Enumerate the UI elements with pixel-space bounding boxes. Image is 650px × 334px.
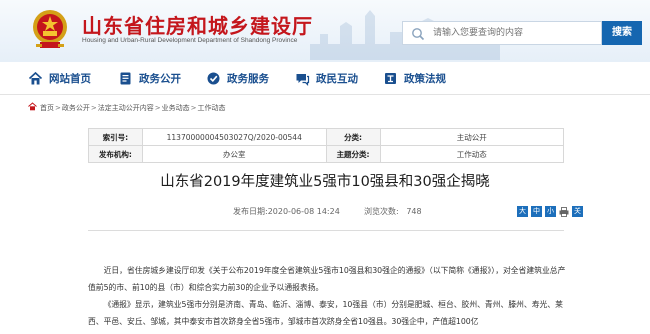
- nav-label: 网站首页: [49, 73, 91, 85]
- search-box: [402, 21, 602, 45]
- site-subtitle: Housing and Urban-Rural Development Depa…: [82, 37, 298, 44]
- category-label: 分类:: [325, 128, 381, 146]
- issuer-label: 发布机构:: [88, 145, 143, 163]
- site-title: 山东省住房和城乡建设厅: [82, 14, 313, 38]
- main-nav: 网站首页 政务公开 政务服务 政民互动 政策法规: [0, 62, 650, 95]
- breadcrumb-gov-affairs[interactable]: 政务公开: [62, 104, 90, 112]
- breadcrumb: 首页>政务公开>法定主动公开内容>业务动态>工作动态: [28, 102, 226, 113]
- font-small-button[interactable]: 小: [545, 206, 556, 217]
- category-value: 主动公开: [379, 128, 564, 146]
- nav-label: 政策法规: [404, 73, 446, 85]
- site-header: 山东省住房和城乡建设厅 Housing and Urban-Rural Deve…: [0, 0, 650, 62]
- article-title: 山东省2019年度建筑业5强市10强县和30强企揭晓: [160, 174, 490, 190]
- search-input[interactable]: [433, 24, 598, 42]
- font-medium-button[interactable]: 中: [531, 206, 542, 217]
- law-icon: [385, 73, 396, 84]
- article-paragraph-1: 近日，省住房城乡建设厅印发《关于公布2019年度全省建筑业5强市10强县和30强…: [88, 266, 566, 292]
- index-label: 索引号:: [88, 128, 143, 146]
- national-emblem-icon: [33, 10, 67, 48]
- breadcrumb-home[interactable]: 首页: [40, 104, 54, 112]
- issuer-value: 办公室: [141, 145, 327, 163]
- close-button[interactable]: 关: [572, 206, 583, 217]
- home-icon: [28, 71, 43, 85]
- nav-item-interaction[interactable]: 政民互动: [295, 62, 358, 95]
- publish-date: 发布日期:2020-06-08 14:24: [233, 207, 340, 216]
- nav-item-gov-services[interactable]: 政务服务: [206, 62, 269, 95]
- view-count: 浏览次数: 748: [364, 206, 422, 217]
- nav-item-home[interactable]: 网站首页: [28, 62, 91, 95]
- topic-value: 工作动态: [379, 145, 564, 163]
- index-value: 11370000004503027Q/2020-00544: [141, 128, 327, 146]
- breadcrumb-work-news[interactable]: 工作动态: [198, 104, 226, 112]
- font-large-button[interactable]: 大: [517, 206, 528, 217]
- views-value: 748: [406, 207, 422, 216]
- article-info: 发布日期:2020-06-08 14:24 浏览次数: 748 大 中 小 关: [0, 206, 650, 220]
- breadcrumb-statutory[interactable]: 法定主动公开内容: [98, 104, 154, 112]
- home-icon: [28, 102, 37, 111]
- interaction-icon: [296, 74, 310, 86]
- nav-item-gov-affairs[interactable]: 政务公开: [118, 62, 181, 95]
- search-button[interactable]: 搜索: [602, 21, 642, 45]
- nav-label: 政民互动: [316, 73, 358, 85]
- divider: [88, 230, 564, 231]
- nav-item-policies[interactable]: 政策法规: [383, 62, 446, 95]
- views-label: 浏览次数:: [364, 207, 399, 216]
- nav-label: 政务公开: [139, 73, 181, 85]
- topic-label: 主题分类:: [325, 145, 381, 163]
- search-icon: [412, 28, 425, 41]
- article-paragraph-2: 《通报》显示，建筑业5强市分别是济南、青岛、临沂、淄博、泰安，10强县（市）分别…: [88, 300, 563, 326]
- document-icon: [120, 72, 131, 85]
- nav-label: 政务服务: [227, 73, 269, 85]
- service-icon: [207, 72, 220, 85]
- print-icon[interactable]: [559, 206, 569, 217]
- breadcrumb-business[interactable]: 业务动态: [162, 104, 190, 112]
- font-size-controls: 大 中 小 关: [517, 206, 583, 217]
- meta-table: 索引号: 11370000004503027Q/2020-00544 分类: 主…: [88, 128, 564, 163]
